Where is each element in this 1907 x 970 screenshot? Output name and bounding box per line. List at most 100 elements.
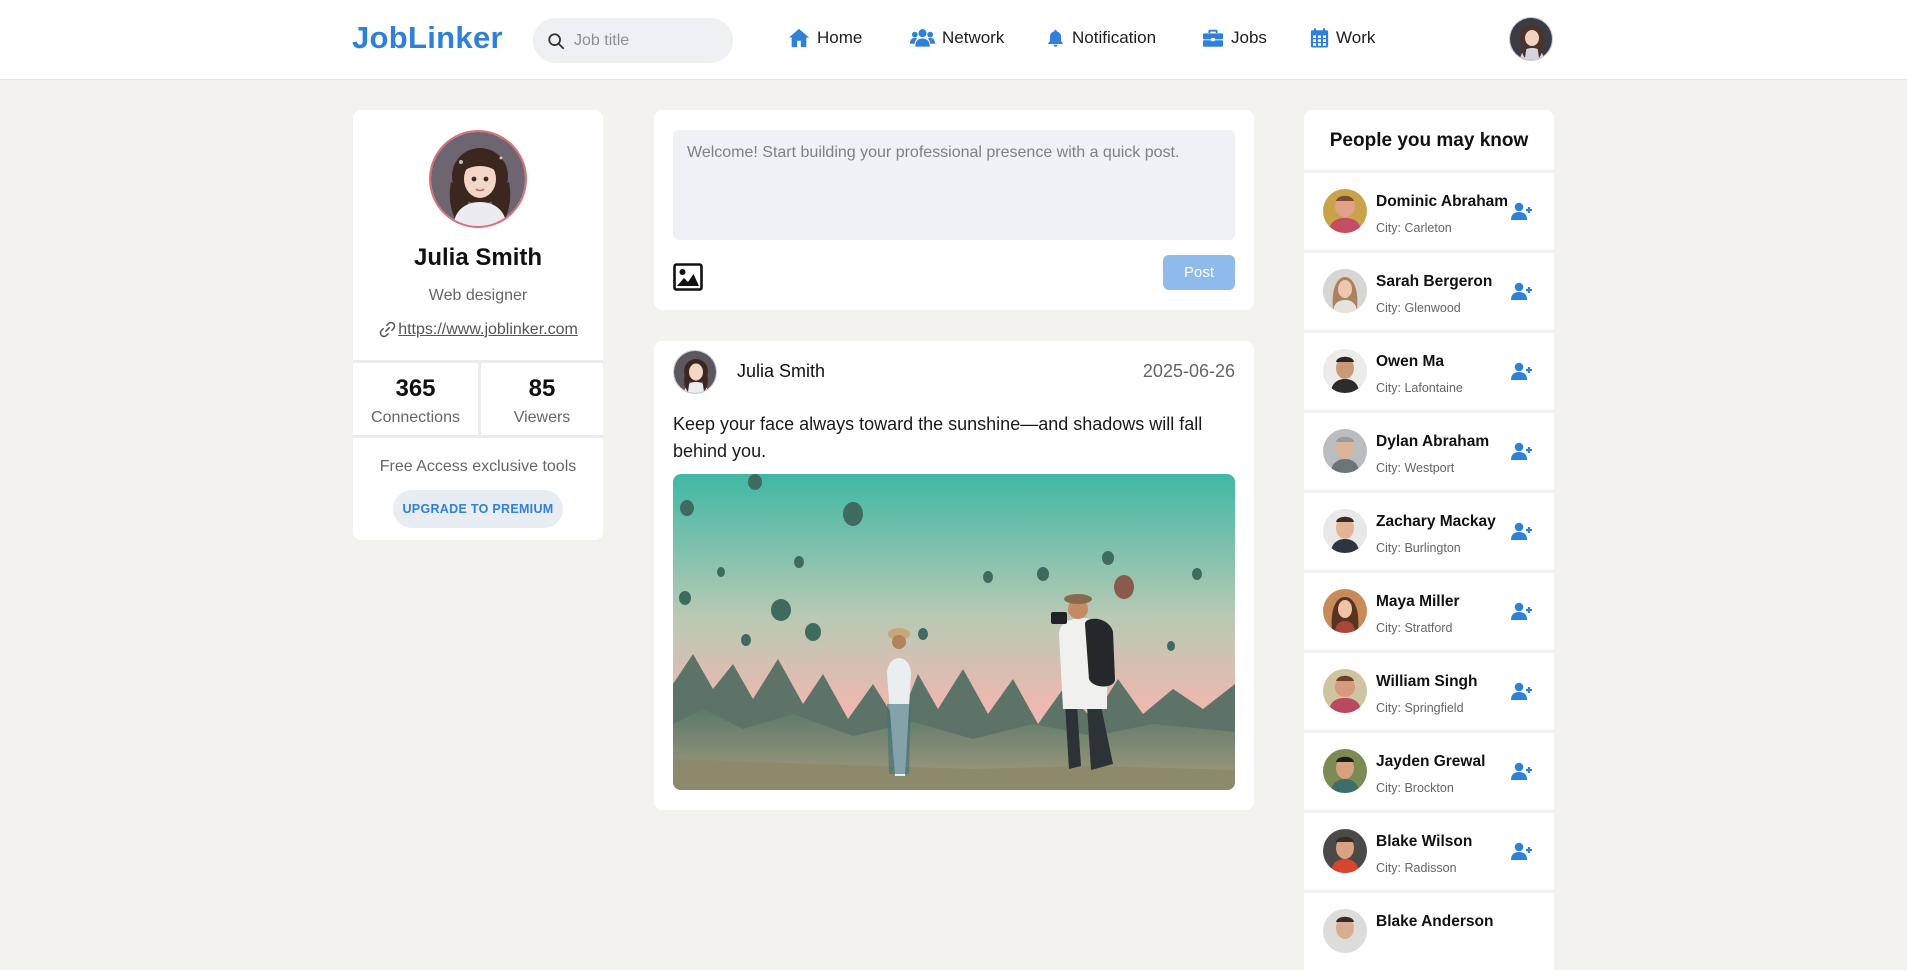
nav-label-jobs: Jobs: [1231, 28, 1267, 47]
nav-item-work[interactable]: Work: [1310, 27, 1375, 49]
avatar-image: [1510, 18, 1552, 60]
post-author-name[interactable]: Julia Smith: [737, 361, 825, 382]
person-avatar-image: [1323, 589, 1367, 633]
person-name: Jayden Grewal: [1376, 753, 1486, 770]
add-connection-icon[interactable]: [1511, 842, 1533, 861]
person-item[interactable]: Sarah Bergeron City: Glenwood: [1304, 253, 1554, 330]
person-avatar-image: [1323, 669, 1367, 713]
connections-count: 365: [395, 375, 436, 402]
person-avatar-image: [1323, 509, 1367, 553]
person-name: Dominic Abraham: [1376, 193, 1509, 210]
person-avatar: [1323, 669, 1367, 713]
person-avatar: [1323, 189, 1367, 233]
top-navigation-bar: JobLinker Home Network Notification: [0, 0, 1907, 80]
person-avatar-image: [1323, 749, 1367, 793]
upgrade-premium-button[interactable]: UPGRADE TO PREMIUM: [393, 490, 563, 528]
person-item[interactable]: Dylan Abraham City: Westport: [1304, 413, 1554, 490]
nav-item-notification[interactable]: Notification: [1046, 27, 1156, 49]
person-avatar-image: [1323, 349, 1367, 393]
post-author-avatar-image: [674, 351, 716, 393]
post-date: 2025-06-26: [1142, 361, 1235, 381]
nav-label-network: Network: [942, 28, 1005, 47]
nav-item-network[interactable]: Network: [910, 27, 1004, 49]
post-image[interactable]: [673, 474, 1235, 790]
person-item[interactable]: Owen Ma City: Lafontaine: [1304, 333, 1554, 410]
nav-label-notification: Notification: [1072, 28, 1157, 47]
nav-item-home[interactable]: Home: [788, 27, 862, 49]
add-connection-icon[interactable]: [1511, 762, 1533, 781]
people-icon: [910, 29, 935, 47]
person-city: City: Carleton: [1376, 221, 1452, 235]
connections-stat[interactable]: 365 Connections: [353, 363, 478, 435]
bell-icon: [1048, 29, 1063, 47]
person-avatar: [1323, 349, 1367, 393]
person-avatar-image: [1323, 189, 1367, 233]
person-item[interactable]: Maya Miller City: Stratford: [1304, 573, 1554, 650]
premium-promo-text: Free Access exclusive tools: [379, 458, 577, 475]
app-logo[interactable]: JobLinker: [352, 20, 503, 56]
person-avatar: [1323, 269, 1367, 313]
person-city: City: Glenwood: [1376, 301, 1461, 315]
nav-label-home: Home: [817, 28, 863, 47]
person-avatar: [1323, 589, 1367, 633]
person-city: City: Burlington: [1376, 541, 1461, 555]
add-connection-icon[interactable]: [1511, 522, 1533, 541]
person-item[interactable]: Blake Wilson City: Radisson: [1304, 813, 1554, 890]
person-name: Zachary Mackay: [1376, 513, 1496, 530]
person-name: Blake Anderson: [1376, 913, 1494, 930]
profile-card: Julia Smith Web designer https://www.job…: [353, 110, 603, 540]
nav-item-jobs[interactable]: Jobs: [1202, 27, 1267, 49]
person-avatar: [1323, 429, 1367, 473]
add-connection-icon[interactable]: [1511, 282, 1533, 301]
person-avatar-image: [1323, 269, 1367, 313]
user-avatar-menu[interactable]: [1509, 17, 1553, 61]
person-avatar-image: [1323, 829, 1367, 873]
person-name: Owen Ma: [1376, 353, 1445, 370]
person-name: William Singh: [1376, 673, 1478, 690]
person-avatar: [1323, 829, 1367, 873]
profile-name: Julia Smith: [413, 244, 543, 271]
person-city: City: Lafontaine: [1376, 381, 1463, 395]
add-connection-icon[interactable]: [1511, 682, 1533, 701]
profile-stats: 365 Connections 85 Viewers: [353, 360, 603, 438]
add-connection-icon[interactable]: [1511, 362, 1533, 381]
add-connection-icon[interactable]: [1511, 442, 1533, 461]
person-avatar: [1323, 749, 1367, 793]
person-item[interactable]: William Singh City: Springfield: [1304, 653, 1554, 730]
calendar-icon: [1310, 28, 1329, 48]
post-composer: Post: [654, 110, 1254, 310]
profile-website-link[interactable]: https://www.joblinker.com: [398, 321, 578, 339]
person-avatar: [1323, 909, 1367, 953]
profile-role: Web designer: [428, 287, 528, 304]
post-photo-balloons: [673, 474, 1235, 790]
person-item[interactable]: Jayden Grewal City: Brockton: [1304, 733, 1554, 810]
person-item[interactable]: Dominic Abraham City: Carleton: [1304, 173, 1554, 250]
post-author-avatar[interactable]: [673, 350, 717, 394]
person-avatar-image: [1323, 909, 1367, 953]
image-upload-icon[interactable]: [673, 263, 703, 291]
post-body: Keep your face always toward the sunshin…: [673, 414, 1203, 461]
person-item[interactable]: Blake Anderson: [1304, 893, 1554, 970]
link-icon: [379, 321, 396, 338]
person-city: City: Springfield: [1376, 701, 1464, 715]
add-connection-icon[interactable]: [1511, 202, 1533, 221]
person-name: Dylan Abraham: [1376, 433, 1490, 450]
person-name: Sarah Bergeron: [1376, 273, 1493, 290]
viewers-stat[interactable]: 85 Viewers: [478, 363, 603, 435]
post-button[interactable]: Post: [1163, 255, 1235, 290]
home-icon: [788, 28, 810, 48]
profile-avatar[interactable]: [429, 130, 527, 228]
search-input[interactable]: [574, 31, 724, 50]
post-input[interactable]: [673, 130, 1235, 240]
person-avatar: [1323, 509, 1367, 553]
briefcase-icon: [1202, 29, 1224, 47]
nav-label-work: Work: [1336, 28, 1376, 47]
search-box[interactable]: [533, 18, 733, 63]
connections-label: Connections: [371, 409, 460, 426]
add-connection-icon[interactable]: [1511, 602, 1533, 621]
people-panel-title: People you may know: [1304, 110, 1554, 170]
people-you-may-know-panel: People you may know Dominic Abraham City…: [1304, 110, 1554, 970]
person-city: City: Westport: [1376, 461, 1455, 475]
person-city: City: Radisson: [1376, 861, 1457, 875]
person-item[interactable]: Zachary Mackay City: Burlington: [1304, 493, 1554, 570]
